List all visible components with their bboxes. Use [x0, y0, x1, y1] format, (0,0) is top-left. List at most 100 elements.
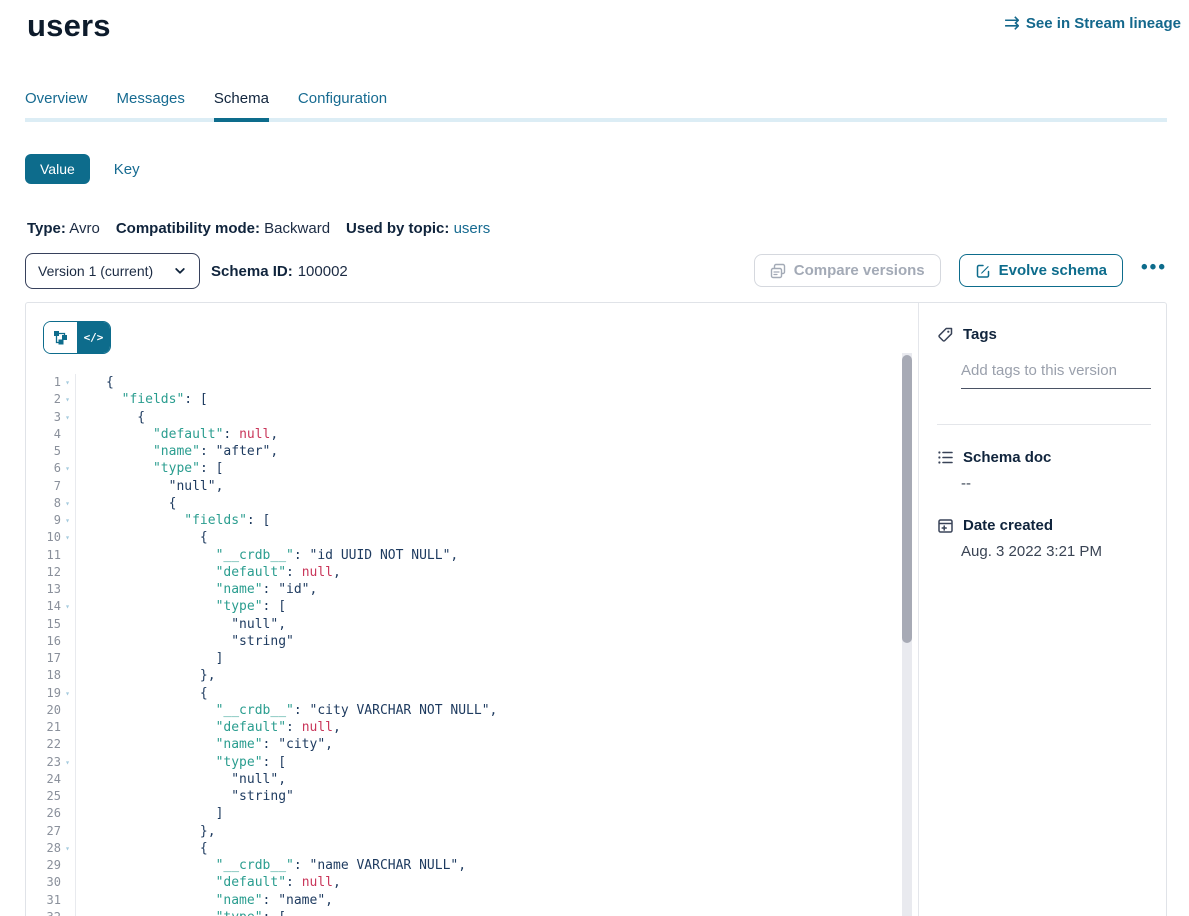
fold-arrow-icon[interactable]: ▾: [62, 409, 73, 426]
code-line: 13 "name": "id",: [26, 581, 918, 598]
line-number: 31: [26, 892, 76, 909]
line-number: 7: [26, 478, 76, 495]
tab-messages[interactable]: Messages: [117, 90, 185, 122]
code-view-button[interactable]: </>: [77, 322, 110, 353]
code-editor[interactable]: 1▾{2▾ "fields": [3▾ {4 "default": null,5…: [26, 374, 918, 916]
compare-versions-button[interactable]: Compare versions: [754, 254, 941, 287]
line-number: 10▾: [26, 529, 76, 546]
line-number: 18: [26, 667, 76, 684]
code-line-text: },: [76, 667, 216, 684]
value-key-toggle: Value Key: [25, 154, 140, 184]
fold-arrow-icon[interactable]: ▾: [62, 495, 73, 512]
topic-link[interactable]: users: [454, 220, 491, 237]
editor-scrollbar[interactable]: [902, 353, 912, 916]
schema-doc-value: --: [961, 475, 1151, 492]
tags-input[interactable]: [961, 356, 1151, 389]
code-line-text: "null",: [76, 478, 223, 495]
schema-doc-title: Schema doc: [963, 449, 1051, 466]
fold-arrow-icon[interactable]: ▾: [62, 598, 73, 615]
code-line-text: {: [76, 374, 114, 391]
fold-arrow-icon[interactable]: ▾: [62, 840, 73, 857]
evolve-schema-button[interactable]: Evolve schema: [959, 254, 1123, 287]
line-number: 6▾: [26, 460, 76, 477]
tab-schema[interactable]: Schema: [214, 90, 269, 122]
schema-id-value: 100002: [298, 263, 348, 280]
code-line-text: "default": null,: [76, 874, 341, 891]
code-line: 27 },: [26, 823, 918, 840]
fold-arrow-icon[interactable]: ▾: [62, 909, 73, 916]
code-line: 3▾ {: [26, 409, 918, 426]
line-number: 21: [26, 719, 76, 736]
code-line-text: {: [76, 529, 208, 546]
code-line: 17 ]: [26, 650, 918, 667]
code-line-text: "default": null,: [76, 564, 341, 581]
tree-view-button[interactable]: [44, 322, 77, 353]
code-line: 21 "default": null,: [26, 719, 918, 736]
code-line: 16 "string": [26, 633, 918, 650]
line-number: 12: [26, 564, 76, 581]
tree-view-icon: [52, 329, 69, 346]
code-line: 32▾ "type": [: [26, 909, 918, 916]
tags-section: Tags: [937, 326, 1151, 389]
date-created-section: Date created Aug. 3 2022 3:21 PM: [937, 517, 1151, 560]
stream-lineage-icon: ⇉: [1004, 14, 1020, 33]
type-value: Avro: [69, 220, 100, 237]
fold-arrow-icon[interactable]: ▾: [62, 512, 73, 529]
tab-overview[interactable]: Overview: [25, 90, 88, 122]
key-toggle-button[interactable]: Key: [114, 161, 140, 178]
code-line: 20 "__crdb__": "city VARCHAR NOT NULL",: [26, 702, 918, 719]
code-line: 25 "string": [26, 788, 918, 805]
code-line-text: "default": null,: [76, 719, 341, 736]
tag-icon: [937, 326, 954, 343]
schema-doc-section: Schema doc --: [937, 449, 1151, 492]
line-number: 17: [26, 650, 76, 667]
fold-arrow-icon[interactable]: ▾: [62, 754, 73, 771]
fold-arrow-icon[interactable]: ▾: [62, 374, 73, 391]
line-number: 20: [26, 702, 76, 719]
code-line: 30 "default": null,: [26, 874, 918, 891]
schema-code-pane: </> 1▾{2▾ "fields": [3▾ {4 "default": nu…: [26, 303, 919, 916]
code-line: 22 "name": "city",: [26, 736, 918, 753]
version-select[interactable]: Version 1 (current): [25, 253, 200, 289]
code-line-text: "type": [: [76, 460, 223, 477]
line-number: 22: [26, 736, 76, 753]
line-number: 32▾: [26, 909, 76, 916]
code-line: 31 "name": "name",: [26, 892, 918, 909]
code-line-text: "type": [: [76, 909, 286, 916]
code-line-text: "default": null,: [76, 426, 278, 443]
code-line: 14▾ "type": [: [26, 598, 918, 615]
code-line-text: {: [76, 495, 176, 512]
code-line-text: },: [76, 823, 216, 840]
code-line: 18 },: [26, 667, 918, 684]
topic-field: Used by topic: users: [346, 220, 490, 237]
code-line: 9▾ "fields": [: [26, 512, 918, 529]
compat-value: Backward: [264, 220, 330, 237]
compare-versions-icon: [770, 263, 786, 279]
code-line-text: "__crdb__": "name VARCHAR NULL",: [76, 857, 466, 874]
line-number: 26: [26, 805, 76, 822]
more-options-button[interactable]: •••: [1141, 258, 1167, 283]
code-line-text: ]: [76, 805, 223, 822]
tags-title: Tags: [963, 326, 997, 343]
code-line-text: "__crdb__": "city VARCHAR NOT NULL",: [76, 702, 497, 719]
fold-arrow-icon[interactable]: ▾: [62, 685, 73, 702]
fold-arrow-icon[interactable]: ▾: [62, 391, 73, 408]
schema-id-field: Schema ID: 100002: [211, 253, 348, 289]
date-created-value: Aug. 3 2022 3:21 PM: [961, 543, 1151, 560]
code-line: 10▾ {: [26, 529, 918, 546]
value-toggle-button[interactable]: Value: [25, 154, 90, 184]
stream-lineage-link[interactable]: ⇉ See in Stream lineage: [1004, 14, 1181, 33]
code-line-text: "__crdb__": "id UUID NOT NULL",: [76, 547, 458, 564]
fold-arrow-icon[interactable]: ▾: [62, 529, 73, 546]
evolve-schema-icon: [975, 263, 991, 279]
line-number: 16: [26, 633, 76, 650]
tab-configuration[interactable]: Configuration: [298, 90, 387, 122]
fold-arrow-icon[interactable]: ▾: [62, 460, 73, 477]
topic-label: Used by topic:: [346, 220, 449, 237]
code-line: 24 "null",: [26, 771, 918, 788]
code-line-text: "name": "name",: [76, 892, 333, 909]
code-line-text: "name": "id",: [76, 581, 317, 598]
editor-scrollbar-thumb[interactable]: [902, 355, 912, 643]
type-field: Type: Avro: [27, 220, 100, 237]
code-line: 19▾ {: [26, 685, 918, 702]
